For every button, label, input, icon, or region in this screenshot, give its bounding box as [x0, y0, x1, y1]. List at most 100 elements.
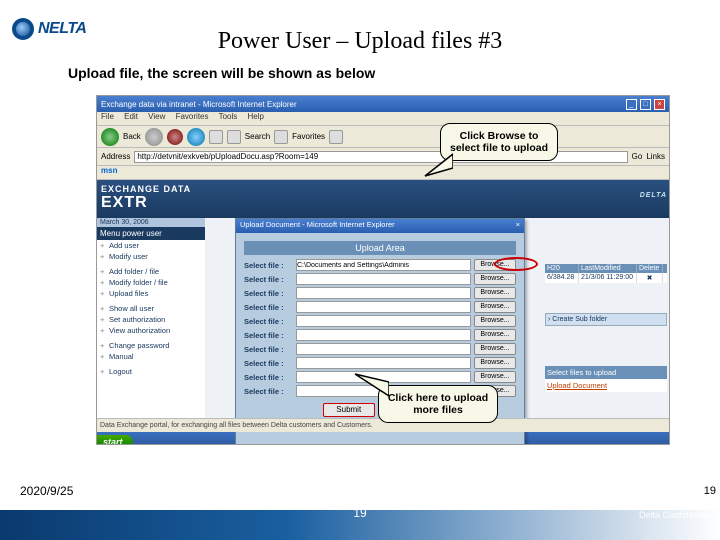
sidebar-item-uploadfiles[interactable]: Upload files: [97, 288, 205, 299]
ie-address-bar: Address Go Links: [97, 148, 669, 166]
menu-edit[interactable]: Edit: [124, 112, 138, 121]
go-button[interactable]: Go: [632, 152, 643, 161]
home-icon[interactable]: [209, 130, 223, 144]
file-input-8[interactable]: [296, 357, 471, 369]
page-number-right: 19: [704, 485, 716, 497]
browse-button-7[interactable]: Browse...: [474, 343, 516, 355]
menu-help[interactable]: Help: [248, 112, 264, 121]
forward-icon[interactable]: [145, 128, 163, 146]
sidebar-item-modifyuser[interactable]: Modify user: [97, 251, 205, 262]
file-row-7: Select file :Browse...: [244, 343, 516, 355]
popup-titlebar: Upload Document - Microsoft Internet Exp…: [236, 219, 524, 233]
slide-title: Power User – Upload files #3: [0, 28, 720, 55]
popup-close-icon[interactable]: ×: [516, 220, 520, 232]
slide: NELTA Power User – Upload files #3 Uploa…: [0, 0, 720, 540]
ie-titlebar: Exchange data via intranet - Microsoft I…: [97, 96, 669, 112]
browse-button-4[interactable]: Browse...: [474, 301, 516, 313]
delta-logo-right: DELTA: [640, 192, 667, 199]
maximize-icon[interactable]: □: [640, 99, 651, 110]
rt-header: H20 LastModified Delete: [545, 264, 667, 273]
file-input-1[interactable]: [296, 259, 471, 271]
file-input-5[interactable]: [296, 315, 471, 327]
sidebar-item-manual[interactable]: Manual: [97, 351, 205, 362]
rt-h2: LastModified: [579, 264, 637, 273]
callout-browse: Click Browse to select file to upload: [440, 123, 558, 161]
popup-title-text: Upload Document - Microsoft Internet Exp…: [240, 220, 395, 232]
browse-button-6[interactable]: Browse...: [474, 329, 516, 341]
sidebar-item-setauth[interactable]: Set authorization: [97, 314, 205, 325]
rt-c2: 21/3/06 11:29:00: [579, 273, 637, 283]
upload-document-link[interactable]: Upload Document: [545, 379, 667, 392]
ie-toolbar: Back Search Favorites: [97, 126, 669, 148]
select-label: Select file :: [244, 261, 296, 270]
sidebar-item-changepw[interactable]: Change password: [97, 340, 205, 351]
sidebar-item-showall[interactable]: Show all user: [97, 303, 205, 314]
browse-button-8[interactable]: Browse...: [474, 357, 516, 369]
address-label: Address: [101, 152, 130, 161]
sidebar: March 30, 2006 Menu power user Add user …: [97, 218, 205, 418]
refresh-icon[interactable]: [187, 128, 205, 146]
rt-h3: Delete: [637, 264, 663, 273]
file-row-4: Select file :Browse...: [244, 301, 516, 313]
window-buttons: _ □ ×: [625, 99, 665, 110]
ie-window-title: Exchange data via intranet - Microsoft I…: [101, 100, 297, 109]
file-row-6: Select file :Browse...: [244, 329, 516, 341]
sidebar-item-viewauth[interactable]: View authorization: [97, 325, 205, 336]
file-input-4[interactable]: [296, 301, 471, 313]
back-icon[interactable]: [101, 128, 119, 146]
menu-view[interactable]: View: [148, 112, 165, 121]
file-input-6[interactable]: [296, 329, 471, 341]
browse-button-5[interactable]: Browse...: [474, 315, 516, 327]
menu-favorites[interactable]: Favorites: [176, 112, 209, 121]
links-label: Links: [646, 152, 665, 161]
sidebar-item-adduser[interactable]: Add user: [97, 240, 205, 251]
file-row-8: Select file :Browse...: [244, 357, 516, 369]
upload-area-header: Upload Area: [244, 241, 516, 255]
favorites-label[interactable]: Favorites: [292, 132, 325, 141]
file-input-3[interactable]: [296, 287, 471, 299]
menu-file[interactable]: File: [101, 112, 114, 121]
file-row-2: Select file :Browse...: [244, 273, 516, 285]
file-input-2[interactable]: [296, 273, 471, 285]
create-subfolder-box[interactable]: › Create Sub folder: [545, 313, 667, 326]
file-row-1: Select file : Browse...: [244, 259, 516, 271]
rt-c1: 6/384.28: [545, 273, 579, 283]
browse-button-9[interactable]: Browse...: [474, 371, 516, 383]
date-strip: March 30, 2006: [97, 218, 205, 227]
browse-button-3[interactable]: Browse...: [474, 287, 516, 299]
sidebar-item-addfolder[interactable]: Add folder / file: [97, 266, 205, 277]
slide-subtitle: Upload file, the screen will be shown as…: [68, 65, 375, 81]
media-icon[interactable]: [329, 130, 343, 144]
close-icon[interactable]: ×: [654, 99, 665, 110]
callout-tail-icon: [423, 148, 453, 178]
file-row-3: Select file :Browse...: [244, 287, 516, 299]
browse-highlight-oval: [494, 257, 538, 271]
favorites-icon[interactable]: [274, 130, 288, 144]
banner-line1: EXCHANGE DATA: [101, 184, 665, 194]
select-files-header: Select files to upload: [545, 366, 667, 379]
sidebar-item-modifyfolder[interactable]: Modify folder / file: [97, 277, 205, 288]
menu-tools[interactable]: Tools: [219, 112, 238, 121]
confidential-label: Delta Confidential: [639, 510, 710, 520]
start-button[interactable]: start: [97, 435, 133, 445]
back-label[interactable]: Back: [123, 132, 141, 141]
page-number: 19: [0, 506, 720, 520]
rt-h1: H20: [545, 264, 579, 273]
delete-icon[interactable]: ✖: [637, 273, 663, 283]
ie-menubar: File Edit View Favorites Tools Help: [97, 112, 669, 126]
browse-button-2[interactable]: Browse...: [474, 273, 516, 285]
sidebar-header: Menu power user: [97, 227, 205, 240]
search-label[interactable]: Search: [245, 132, 270, 141]
msn-toolbar: msn: [97, 166, 669, 180]
page-banner: EXCHANGE DATA EXTR DELTA: [97, 180, 669, 218]
sidebar-item-logout[interactable]: Logout: [97, 366, 205, 377]
footer-date: 2020/9/25: [20, 484, 73, 498]
right-column: H20 LastModified Delete 6/384.28 21/3/06…: [545, 264, 667, 392]
submit-button[interactable]: Submit: [323, 403, 375, 417]
msn-label: msn: [101, 166, 117, 175]
callout-tail-icon: [353, 372, 389, 398]
stop-icon[interactable]: [167, 129, 183, 145]
file-input-7[interactable]: [296, 343, 471, 355]
minimize-icon[interactable]: _: [626, 99, 637, 110]
search-icon[interactable]: [227, 130, 241, 144]
